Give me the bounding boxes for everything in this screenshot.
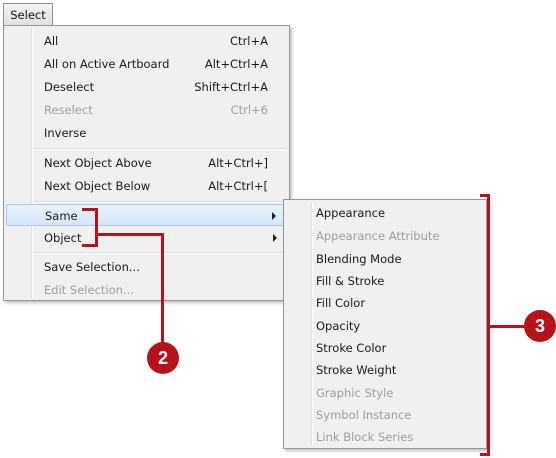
menu-item-label: Inverse bbox=[44, 126, 87, 140]
submenu-item-blending-mode[interactable]: Blending Mode bbox=[286, 248, 484, 270]
submenu-item-label: Blending Mode bbox=[316, 252, 402, 266]
menu-item-label: Deselect bbox=[44, 80, 95, 94]
menu-item-label: All bbox=[44, 34, 59, 48]
select-menu: All Ctrl+A All on Active Artboard Alt+Ct… bbox=[3, 25, 290, 301]
submenu-item-label: Appearance bbox=[316, 206, 386, 220]
menu-item-all[interactable]: All Ctrl+A bbox=[6, 30, 287, 52]
menu-item-label: Object bbox=[44, 231, 82, 245]
callout-badge-3: 3 bbox=[524, 310, 556, 342]
menu-item-label: Next Object Above bbox=[44, 156, 152, 170]
menu-item-all-on-active-artboard[interactable]: All on Active Artboard Alt+Ctrl+A bbox=[6, 53, 287, 75]
submenu-item-appearance[interactable]: Appearance bbox=[286, 202, 484, 224]
submenu-item-label: Stroke Weight bbox=[316, 363, 397, 377]
submenu-item-label: Fill Color bbox=[316, 296, 366, 310]
menu-item-next-object-below[interactable]: Next Object Below Alt+Ctrl+[ bbox=[6, 175, 287, 197]
submenu-arrow-icon bbox=[273, 234, 277, 242]
menu-item-deselect[interactable]: Deselect Shift+Ctrl+A bbox=[6, 76, 287, 98]
submenu-item-stroke-weight[interactable]: Stroke Weight bbox=[286, 359, 484, 381]
menu-item-edit-selection[interactable]: Edit Selection... bbox=[6, 279, 287, 301]
callout-badge-2: 2 bbox=[147, 342, 179, 374]
menu-item-label: Edit Selection... bbox=[44, 283, 134, 297]
submenu-item-label: Opacity bbox=[316, 319, 361, 333]
menu-item-inverse[interactable]: Inverse bbox=[6, 122, 287, 144]
submenu-item-opacity[interactable]: Opacity bbox=[286, 315, 484, 337]
submenu-item-symbol-instance[interactable]: Symbol Instance bbox=[286, 404, 484, 426]
menu-item-reselect[interactable]: Reselect Ctrl+6 bbox=[6, 99, 287, 121]
submenu-item-fill-color[interactable]: Fill Color bbox=[286, 292, 484, 314]
menu-item-shortcut: Shift+Ctrl+A bbox=[194, 80, 268, 94]
menu-item-shortcut: Alt+Ctrl+[ bbox=[208, 179, 268, 193]
same-submenu: Appearance Appearance Attribute Blending… bbox=[283, 199, 487, 449]
submenu-item-fill-stroke[interactable]: Fill & Stroke bbox=[286, 270, 484, 292]
menu-separator bbox=[34, 201, 287, 203]
select-menu-title[interactable]: Select bbox=[3, 3, 53, 26]
menu-item-save-selection[interactable]: Save Selection... bbox=[6, 256, 287, 278]
menu-item-label: All on Active Artboard bbox=[44, 57, 170, 71]
submenu-item-appearance-attribute[interactable]: Appearance Attribute bbox=[286, 225, 484, 247]
menu-item-label: Same bbox=[45, 209, 78, 223]
submenu-item-label: Stroke Color bbox=[316, 341, 387, 355]
submenu-arrow-icon bbox=[272, 212, 276, 220]
submenu-item-label: Appearance Attribute bbox=[316, 229, 440, 243]
menu-item-shortcut: Alt+Ctrl+A bbox=[204, 57, 268, 71]
submenu-item-stroke-color[interactable]: Stroke Color bbox=[286, 337, 484, 359]
menu-item-shortcut: Ctrl+A bbox=[230, 34, 268, 48]
menu-item-next-object-above[interactable]: Next Object Above Alt+Ctrl+] bbox=[6, 152, 287, 174]
menu-item-same[interactable]: Same bbox=[6, 204, 287, 226]
submenu-item-graphic-style[interactable]: Graphic Style bbox=[286, 382, 484, 404]
menu-separator bbox=[34, 148, 287, 150]
menu-item-shortcut: Ctrl+6 bbox=[230, 103, 268, 117]
menu-item-label: Reselect bbox=[44, 103, 93, 117]
submenu-item-label: Symbol Instance bbox=[316, 408, 412, 422]
submenu-item-label: Graphic Style bbox=[316, 386, 394, 400]
submenu-item-label: Link Block Series bbox=[316, 430, 414, 444]
submenu-item-label: Fill & Stroke bbox=[316, 274, 385, 288]
menu-item-label: Next Object Below bbox=[44, 179, 151, 193]
submenu-item-link-block-series[interactable]: Link Block Series bbox=[286, 426, 484, 448]
menu-item-object[interactable]: Object bbox=[6, 227, 287, 249]
menu-item-shortcut: Alt+Ctrl+] bbox=[208, 156, 268, 170]
menu-item-label: Save Selection... bbox=[44, 260, 140, 274]
